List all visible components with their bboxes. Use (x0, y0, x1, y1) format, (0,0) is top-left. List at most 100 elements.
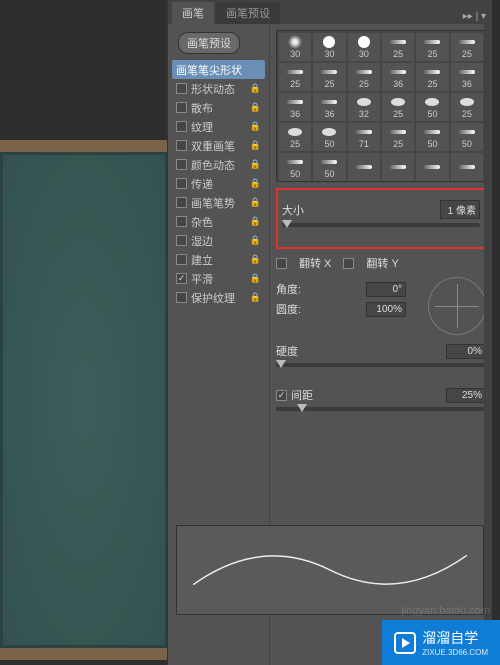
option-brush-pose[interactable]: 画笔笔势 🔒 (172, 193, 265, 212)
checkbox[interactable] (176, 102, 187, 113)
flip-row: 翻转 X 翻转 Y (276, 255, 486, 271)
flip-x-label: 翻转 X (299, 255, 331, 271)
panel-menu-icon[interactable]: ▸▸ | ▾ (457, 9, 492, 24)
lock-icon: 🔒 (250, 140, 261, 151)
lock-icon: 🔒 (250, 235, 261, 246)
option-dual-brush[interactable]: 双重画笔 🔒 (172, 136, 265, 155)
brush-tip[interactable]: 36 (382, 63, 414, 91)
brush-tip[interactable]: 25 (451, 33, 483, 61)
angle-value[interactable]: 0° (366, 282, 406, 297)
brush-tip[interactable] (416, 153, 448, 181)
brush-tip[interactable]: 25 (348, 63, 380, 91)
hardness-label: 硬度 (276, 343, 316, 359)
checkbox[interactable] (176, 216, 187, 227)
brush-tip[interactable]: 36 (451, 63, 483, 91)
size-highlight: 大小 1 像素 (276, 188, 486, 249)
hardness-slider[interactable] (276, 363, 486, 367)
option-build-up[interactable]: 建立 🔒 (172, 250, 265, 269)
brush-tip[interactable]: 36 (279, 93, 311, 121)
option-wet-edges[interactable]: 湿边 🔒 (172, 231, 265, 250)
brush-tip[interactable]: 25 (382, 123, 414, 151)
brush-tip[interactable]: 50 (451, 123, 483, 151)
background-chalkboard (0, 140, 180, 660)
option-texture[interactable]: 纹理 🔒 (172, 117, 265, 136)
brush-tip[interactable]: 36 (313, 93, 345, 121)
tab-brush[interactable]: 画笔 (172, 2, 214, 24)
lock-icon: 🔒 (250, 159, 261, 170)
brush-tip[interactable]: 25 (451, 93, 483, 121)
lock-icon: 🔒 (250, 254, 261, 265)
checkbox[interactable] (176, 121, 187, 132)
play-icon (394, 632, 416, 654)
checkbox[interactable] (176, 178, 187, 189)
lock-icon: 🔒 (250, 273, 261, 284)
tab-brush-presets[interactable]: 画笔预设 (216, 2, 280, 24)
flip-y-label: 翻转 Y (366, 255, 398, 271)
checkbox[interactable] (176, 159, 187, 170)
spacing-slider[interactable] (276, 407, 486, 411)
flip-x-checkbox[interactable] (276, 258, 287, 269)
flip-y-checkbox[interactable] (343, 258, 354, 269)
brush-tip[interactable] (451, 153, 483, 181)
size-slider[interactable] (282, 223, 480, 227)
brush-tip[interactable] (348, 153, 380, 181)
brush-tip[interactable]: 50 (279, 153, 311, 181)
brush-tip[interactable]: 25 (313, 63, 345, 91)
brush-tip[interactable]: 25 (416, 63, 448, 91)
panel-tabs: 画笔 画笔预设 ▸▸ | ▾ (168, 0, 492, 24)
brush-tip[interactable]: 50 (313, 123, 345, 151)
lock-icon: 🔒 (250, 102, 261, 113)
roundness-value[interactable]: 100% (366, 302, 406, 317)
brush-panel: 画笔 画笔预设 ▸▸ | ▾ 画笔预设 画笔笔尖形状 形状动态 🔒 散布 🔒 (167, 0, 492, 665)
option-transfer[interactable]: 传递 🔒 (172, 174, 265, 193)
spacing-label: 间距 (291, 387, 313, 403)
lock-icon: 🔒 (250, 83, 261, 94)
size-value[interactable]: 1 像素 (440, 200, 480, 219)
watermark-logo: 溜溜自学 ZIXUE.3D66.COM (382, 620, 500, 665)
panel-gutter (484, 24, 492, 665)
watermark-url: jingyan.baidu.com (401, 605, 490, 617)
brush-tip[interactable]: 25 (416, 33, 448, 61)
angle-label: 角度: (276, 281, 316, 297)
brush-tip[interactable]: 30 (313, 33, 345, 61)
brush-tip-grid[interactable]: 3030302525252525253625363636322550252550… (276, 30, 486, 182)
option-scattering[interactable]: 散布 🔒 (172, 98, 265, 117)
brush-tip[interactable]: 25 (279, 63, 311, 91)
roundness-label: 圆度: (276, 301, 316, 317)
option-shape-dynamics[interactable]: 形状动态 🔒 (172, 79, 265, 98)
brush-tip[interactable]: 50 (416, 123, 448, 151)
checkbox[interactable] (176, 197, 187, 208)
checkbox[interactable] (176, 292, 187, 303)
angle-roundness-widget[interactable] (428, 277, 486, 335)
option-smoothing[interactable]: 平滑 🔒 (172, 269, 265, 288)
lock-icon: 🔒 (250, 197, 261, 208)
lock-icon: 🔒 (250, 178, 261, 189)
checkbox[interactable] (176, 235, 187, 246)
brush-tip[interactable]: 30 (348, 33, 380, 61)
option-brush-tip-shape[interactable]: 画笔笔尖形状 (172, 60, 265, 79)
size-label: 大小 (282, 202, 322, 218)
spacing-checkbox[interactable] (276, 390, 287, 401)
brush-tip[interactable]: 50 (313, 153, 345, 181)
lock-icon: 🔒 (250, 216, 261, 227)
brush-tip[interactable]: 50 (416, 93, 448, 121)
brush-tip[interactable] (382, 153, 414, 181)
brush-tip[interactable]: 32 (348, 93, 380, 121)
brush-tip[interactable]: 25 (382, 93, 414, 121)
hardness-value[interactable]: 0% (446, 344, 486, 359)
brush-presets-button[interactable]: 画笔预设 (178, 32, 240, 54)
brush-tip[interactable]: 71 (348, 123, 380, 151)
checkbox[interactable] (176, 254, 187, 265)
option-protect-texture[interactable]: 保护纹理 🔒 (172, 288, 265, 307)
brush-tip[interactable]: 25 (382, 33, 414, 61)
lock-icon: 🔒 (250, 121, 261, 132)
spacing-value[interactable]: 25% (446, 388, 486, 403)
brush-tip[interactable]: 30 (279, 33, 311, 61)
checkbox[interactable] (176, 273, 187, 284)
stroke-preview (176, 525, 484, 615)
checkbox[interactable] (176, 83, 187, 94)
checkbox[interactable] (176, 140, 187, 151)
brush-tip[interactable]: 25 (279, 123, 311, 151)
option-color-dynamics[interactable]: 颜色动态 🔒 (172, 155, 265, 174)
option-noise[interactable]: 杂色 🔒 (172, 212, 265, 231)
